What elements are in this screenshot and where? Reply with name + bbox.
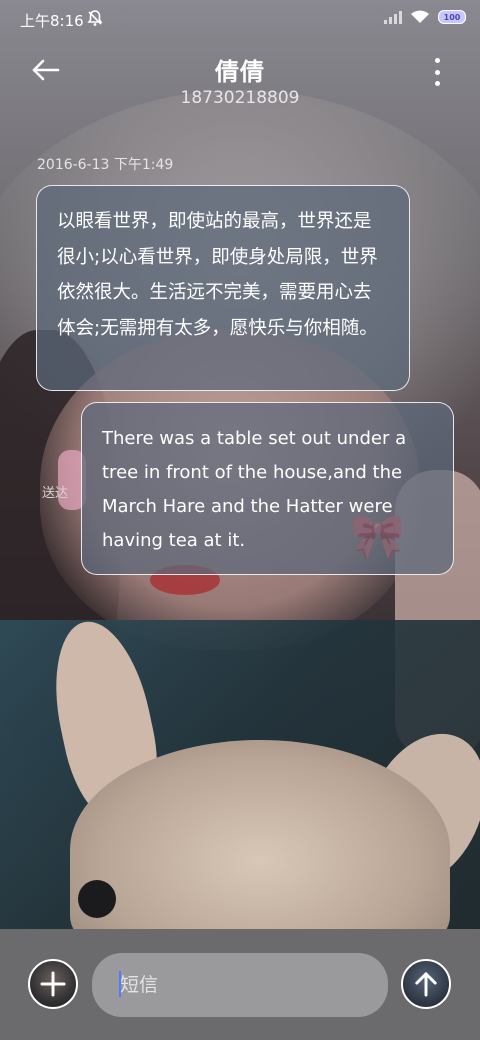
contact-number: 18730218809 — [180, 88, 300, 108]
conversation-header: 倩倩 18730218809 — [0, 44, 480, 114]
dnd-icon — [86, 9, 104, 31]
plus-icon — [40, 971, 66, 997]
status-bar: 上午8:16 100 — [0, 0, 480, 40]
battery-label: 100 — [443, 12, 461, 22]
outgoing-message-text: There was a table set out under a tree i… — [102, 428, 407, 551]
background-photo-dog-eye — [78, 880, 116, 918]
send-button[interactable] — [401, 959, 451, 1009]
more-vertical-icon[interactable] — [430, 58, 444, 86]
status-indicators: 100 — [384, 10, 466, 24]
outgoing-message-bubble[interactable]: There was a table set out under a tree i… — [81, 402, 454, 575]
battery-icon: 100 — [438, 10, 466, 24]
arrow-up-icon — [415, 972, 437, 997]
incoming-message-text: 以眼看世界，即使站的最高，世界还是很小;以心看世界，即使身处局限，世界依然很大。… — [57, 211, 378, 339]
messaging-screen: 🎀 上午8:16 100 — [0, 0, 480, 1040]
attach-button[interactable] — [28, 959, 78, 1009]
message-timestamp: 2016-6-13 下午1:49 — [37, 157, 174, 173]
status-time: 上午8:16 — [20, 12, 84, 30]
signal-icon — [384, 10, 402, 24]
message-input[interactable] — [92, 953, 388, 1017]
contact-name: 倩倩 — [215, 58, 265, 86]
delivery-status: 送达 — [42, 486, 69, 501]
text-caret — [119, 971, 121, 997]
background-photo-dog — [70, 740, 450, 960]
wifi-icon — [410, 10, 430, 24]
incoming-message-bubble[interactable]: 以眼看世界，即使站的最高，世界还是很小;以心看世界，即使身处局限，世界依然很大。… — [36, 185, 410, 391]
